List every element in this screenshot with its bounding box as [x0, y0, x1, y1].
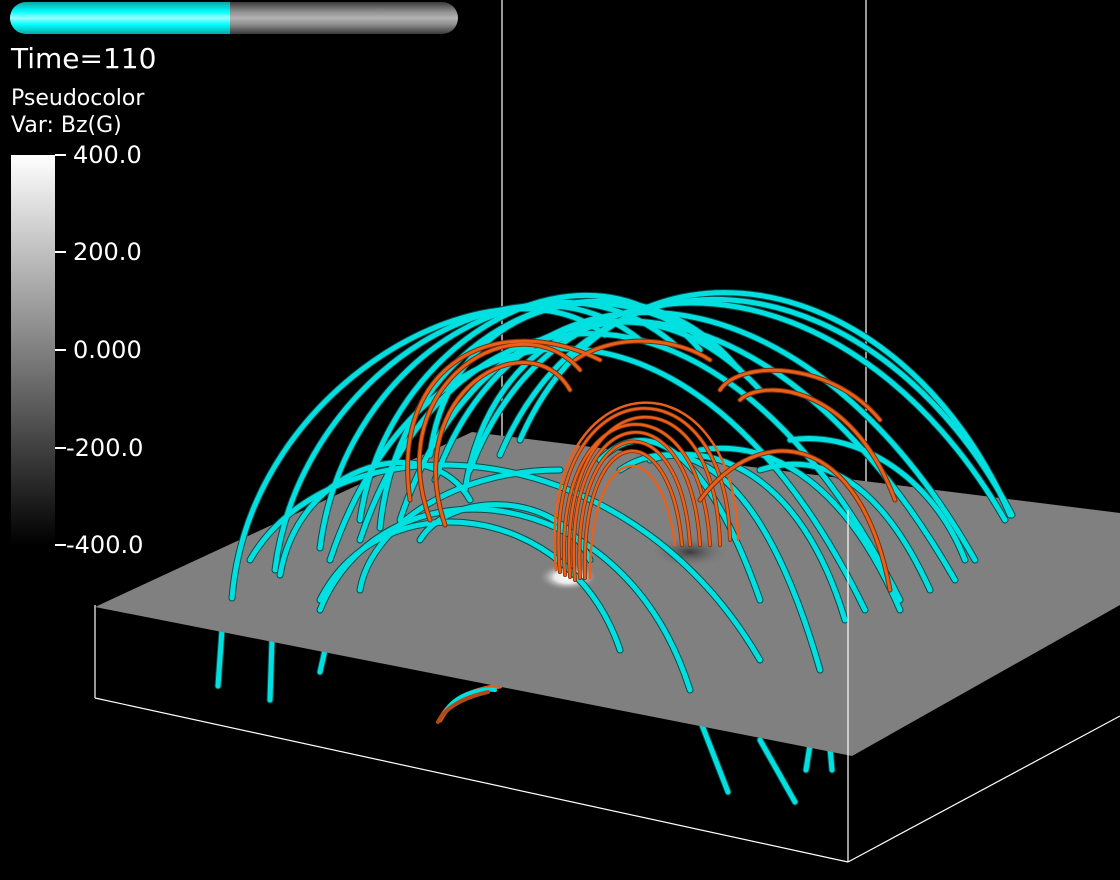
3d-scene[interactable]	[0, 0, 1120, 880]
colorbar-tick	[55, 447, 66, 449]
colorbar-tick	[55, 349, 66, 351]
colorbar-tick-label: 200.0	[73, 238, 142, 266]
colorbar-tick	[55, 251, 66, 253]
colorbar-tick	[55, 544, 66, 546]
colorbar	[11, 155, 55, 545]
bz-plane	[95, 432, 1120, 756]
time-label: Time=110	[11, 42, 157, 75]
legend-plot-name: Pseudocolor	[11, 86, 145, 111]
colorbar-tick-label: -200.0	[66, 434, 144, 462]
colorbar-tick-label: -400.0	[66, 531, 144, 559]
time-slider[interactable]	[10, 2, 458, 34]
legend-variable-name: Var: Bz(G)	[11, 113, 122, 138]
colorbar-tick	[55, 154, 66, 156]
colorbar-tick-label: 400.0	[73, 141, 142, 169]
visualization-window: Time=110 Pseudocolor Var: Bz(G) 400.0 20…	[0, 0, 1120, 880]
colorbar-tick-label: 0.000	[73, 336, 142, 364]
time-slider-fill	[10, 2, 230, 34]
